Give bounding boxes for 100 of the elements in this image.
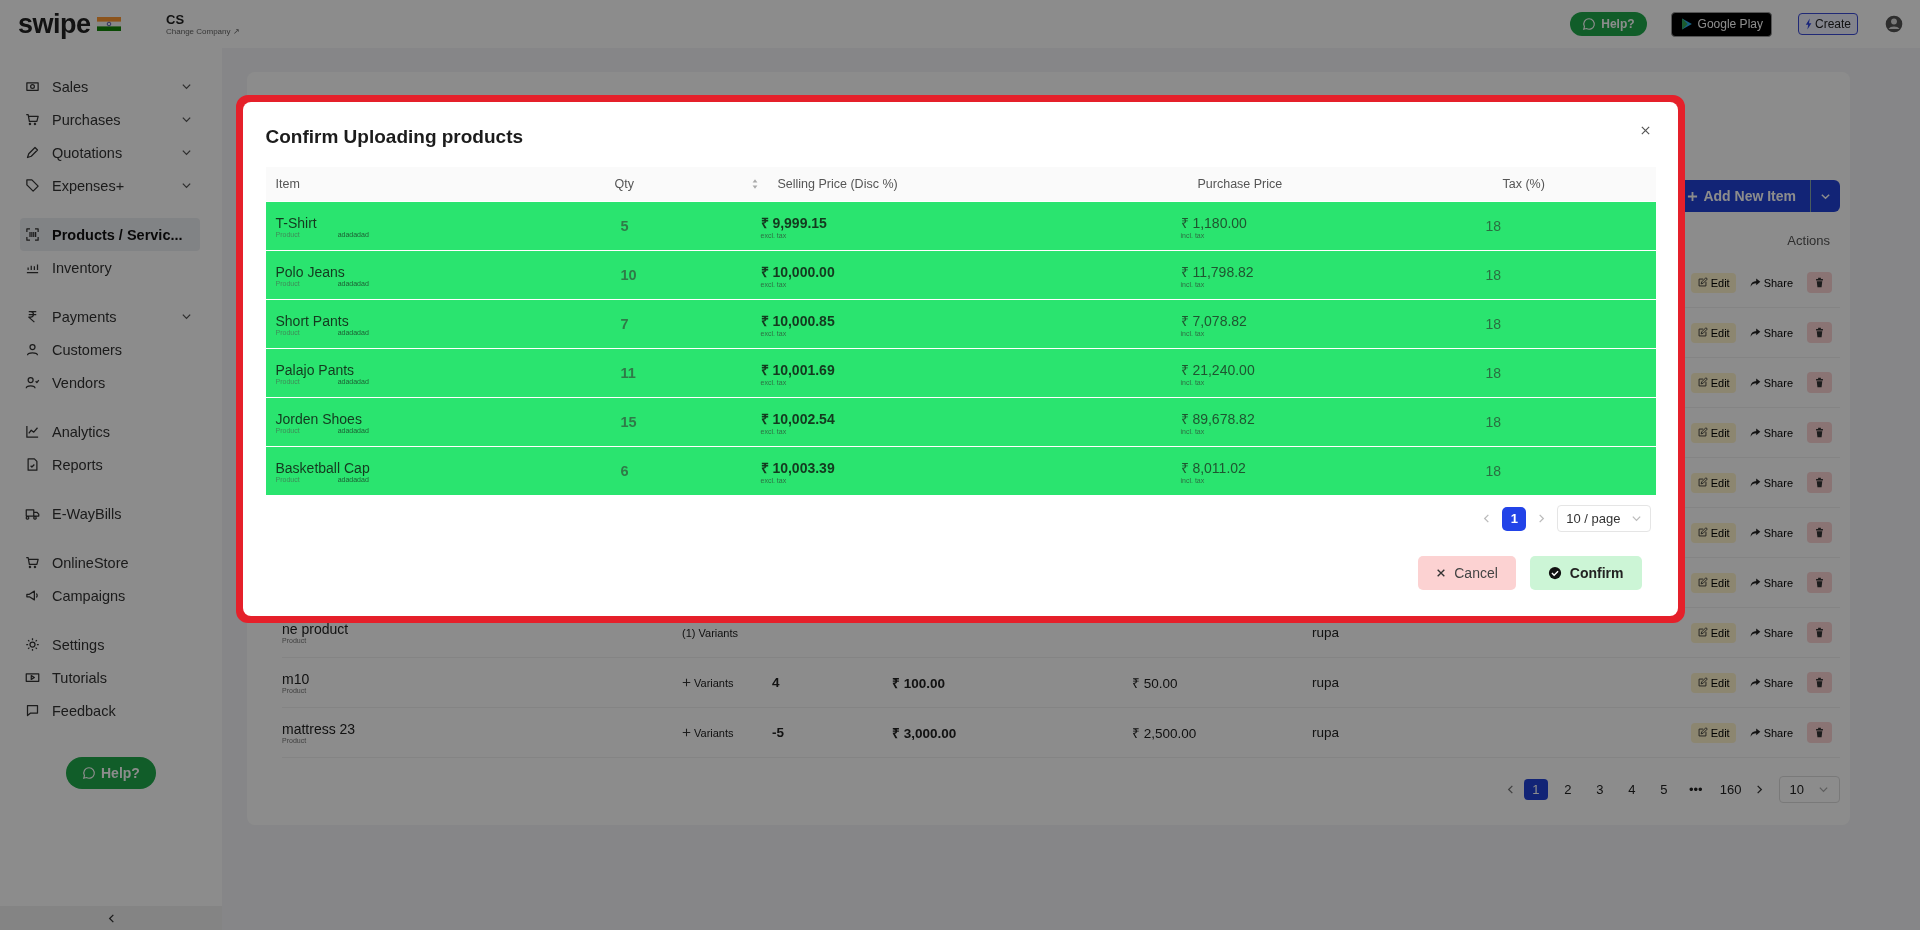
delete-button[interactable] [1807,672,1832,693]
sidebar-item[interactable]: Products / Servic... [20,218,200,251]
edit-icon [1696,727,1708,738]
delete-button[interactable] [1807,622,1832,643]
edit-button[interactable]: Edit [1690,472,1736,493]
delete-button[interactable] [1807,572,1832,593]
share-button[interactable]: Share [1747,722,1795,743]
edit-icon [1696,377,1708,388]
add-variants-link[interactable]: Variants [682,726,762,739]
purchase-price: ₹ 89,678.82 [1180,410,1256,428]
page-size-select[interactable]: 10 / page [1557,505,1651,532]
delete-button[interactable] [1807,322,1832,343]
sidebar-item[interactable]: Expenses+ [20,169,200,202]
share-button[interactable]: Share [1747,622,1795,643]
sidebar-item[interactable]: Purchases [20,103,200,136]
tax-rate: 18 [1485,218,1502,234]
share-arrow-icon [1749,577,1761,588]
page-number[interactable]: 5 [1651,779,1676,800]
quantity: 6 [620,463,629,479]
share-button[interactable]: Share [1747,272,1795,293]
share-button[interactable]: Share [1747,672,1795,693]
share-button[interactable]: Share [1747,322,1795,343]
variants-count[interactable]: (1) Variants [682,626,762,639]
sidebar-item[interactable]: OnlineStore [20,546,200,579]
trash-icon [1814,427,1825,438]
unit: rupa [1312,725,1340,740]
edit-button[interactable]: Edit [1690,672,1736,693]
item-name: T-Shirt [275,214,318,231]
scan-icon [25,227,40,242]
share-arrow-icon [1749,277,1761,288]
edit-button[interactable]: Edit [1690,272,1736,293]
sidebar-item[interactable]: Quotations [20,136,200,169]
unit: rupa [1312,625,1340,640]
page-number[interactable]: 2 [1555,779,1580,800]
page-number[interactable]: ••• [1683,779,1708,800]
trash-icon [1814,727,1825,738]
share-button[interactable]: Share [1747,372,1795,393]
close-icon[interactable] [1639,124,1651,136]
flag-icon [96,17,121,31]
purchase-price: ₹ 50.00 [1132,675,1178,691]
share-arrow-icon [1749,727,1761,738]
create-button[interactable]: Create [1797,13,1858,35]
share-button[interactable]: Share [1747,572,1795,593]
delete-button[interactable] [1807,422,1832,443]
selling-price: ₹ 100.00 [892,675,946,691]
add-variants-link[interactable]: Variants [682,676,762,689]
confirm-button[interactable]: Confirm [1529,556,1642,590]
sidebar-item[interactable]: Customers [20,333,200,366]
delete-button[interactable] [1807,722,1832,743]
page-number[interactable]: 3 [1587,779,1612,800]
quantity: 7 [620,316,629,332]
share-arrow-icon [1749,427,1761,438]
lightning-icon [1804,18,1813,30]
delete-button[interactable] [1807,472,1832,493]
google-play-badge[interactable]: Google Play [1670,11,1772,37]
edit-button[interactable]: Edit [1690,372,1736,393]
delete-button[interactable] [1807,522,1832,543]
whatsapp-icon [82,766,96,780]
share-button[interactable]: Share [1747,522,1795,543]
cart-icon [25,112,40,127]
sidebar-item[interactable]: Analytics [20,415,200,448]
trash-icon [1814,627,1825,638]
share-button[interactable]: Share [1747,422,1795,443]
page-number[interactable]: 160 [1715,779,1746,800]
cancel-button[interactable]: Cancel [1418,556,1516,590]
purchase-price: ₹ 1,180.00 [1180,214,1248,232]
page-number[interactable]: 1 [1502,506,1527,531]
user-avatar-icon[interactable] [1884,14,1904,34]
item-name: Basketball Cap [275,459,371,476]
sidebar-item[interactable]: Inventory [20,251,200,284]
page-number[interactable]: 4 [1619,779,1644,800]
edit-button[interactable]: Edit [1690,522,1736,543]
edit-button[interactable]: Edit [1690,572,1736,593]
page-number[interactable]: 1 [1523,779,1548,800]
megaphone-icon [25,588,40,603]
edit-button[interactable]: Edit [1690,622,1736,643]
page-size-select[interactable]: 10 [1778,776,1840,803]
sidebar-item[interactable]: Vendors [20,366,200,399]
delete-button[interactable] [1807,272,1832,293]
edit-button[interactable]: Edit [1690,322,1736,343]
edit-button[interactable]: Edit [1690,722,1736,743]
delete-button[interactable] [1807,372,1832,393]
sidebar-item[interactable]: Payments [20,300,200,333]
sidebar-item[interactable]: E-WayBills [20,497,200,530]
selling-price: ₹ 9,999.15 [760,214,828,232]
column-header: Selling Price (Disc %) [776,177,899,191]
edit-button[interactable]: Edit [1690,422,1736,443]
change-company-link[interactable]: Change Company ↗ [166,27,240,36]
add-options-dropdown[interactable] [1810,180,1840,212]
sidebar-item[interactable]: Sales [20,70,200,103]
sidebar-item[interactable]: Settings [20,628,200,661]
share-button[interactable]: Share [1747,472,1795,493]
dialog-title: Confirm Uploading products [265,126,524,148]
edit-icon [1696,677,1708,688]
trash-icon [1814,327,1825,338]
sidebar-item[interactable]: Reports [20,448,200,481]
sidebar-item[interactable]: Tutorials [20,661,200,694]
sidebar-item[interactable]: Campaigns [20,579,200,612]
app-logo: swipe [18,10,91,38]
sidebar-item[interactable]: Feedback [20,694,200,727]
